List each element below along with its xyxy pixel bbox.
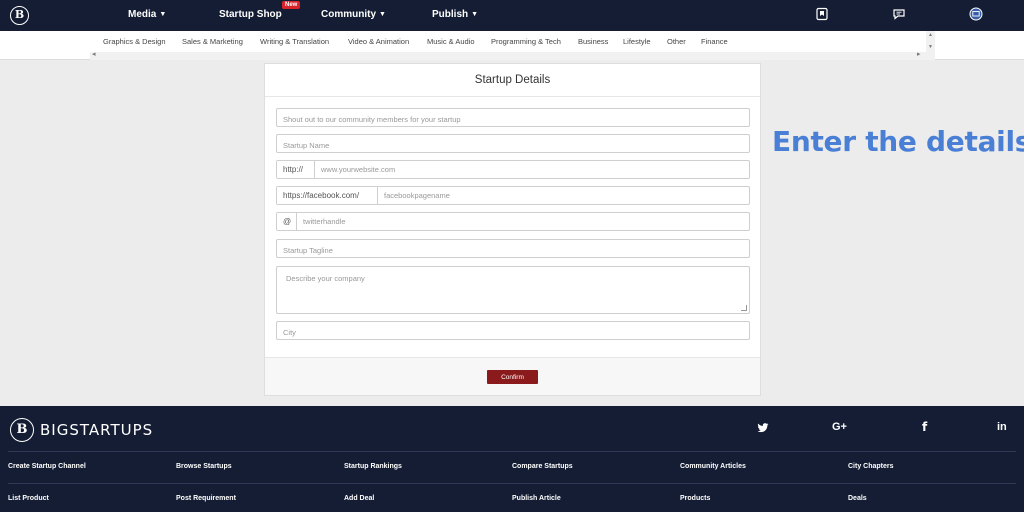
footer-link[interactable]: City Chapters (848, 463, 894, 470)
scroll-up-icon[interactable]: ▲ (928, 32, 933, 38)
footer-link[interactable]: Browse Startups (176, 463, 232, 470)
nav-media[interactable]: Media ▼ (128, 9, 166, 20)
startup-name-field[interactable] (276, 134, 750, 154)
footer-logo-mark: B (10, 418, 34, 442)
website-field[interactable]: http:// (276, 160, 750, 179)
new-badge: New (282, 1, 301, 9)
city-input[interactable] (277, 324, 749, 341)
confirm-button[interactable]: Confirm (487, 370, 538, 384)
facebook-icon[interactable]: f (922, 420, 927, 434)
google-plus-icon[interactable]: G+ (832, 421, 847, 433)
startup-name-input[interactable] (277, 137, 749, 154)
footer-link[interactable]: Startup Rankings (344, 463, 402, 470)
footer-link[interactable]: Post Requirement (176, 495, 236, 502)
category-link[interactable]: Writing & Translation (260, 37, 329, 46)
chat-icon[interactable] (892, 7, 906, 21)
shoutout-field[interactable] (276, 108, 750, 128)
category-link[interactable]: Business (578, 37, 608, 46)
footer-link[interactable]: Publish Article (512, 495, 561, 502)
vertical-scrollbar[interactable]: ▲ ▼ (926, 31, 935, 52)
nav-publish[interactable]: Publish ▼ (432, 9, 478, 20)
footer-link[interactable]: Compare Startups (512, 463, 573, 470)
category-link[interactable]: Lifestyle (623, 37, 651, 46)
description-field[interactable] (276, 266, 750, 314)
description-textarea[interactable] (277, 267, 749, 313)
site-footer: B BIGSTARTUPS G+ f in Create Startup Cha… (0, 406, 1024, 512)
category-link[interactable]: Other (667, 37, 686, 46)
footer-link[interactable]: Community Articles (680, 463, 746, 470)
category-link[interactable]: Sales & Marketing (182, 37, 243, 46)
category-link[interactable]: Music & Audio (427, 37, 475, 46)
website-prefix: http:// (277, 161, 315, 178)
facebook-input[interactable] (378, 187, 749, 204)
nav-community-label: Community (321, 9, 376, 20)
facebook-field[interactable]: https://facebook.com/ (276, 186, 750, 205)
twitter-input[interactable] (297, 213, 749, 230)
scroll-down-icon[interactable]: ▼ (928, 44, 933, 50)
tagline-field[interactable] (276, 239, 750, 259)
messages-icon[interactable] (969, 7, 983, 21)
card-title: Startup Details (265, 64, 760, 97)
twitter-icon[interactable] (757, 422, 769, 434)
startup-details-card: Startup Details http:// https://facebook… (264, 63, 761, 396)
footer-link[interactable]: Add Deal (344, 495, 374, 502)
website-input[interactable] (315, 161, 749, 178)
nav-media-label: Media (128, 9, 157, 20)
category-link[interactable]: Programming & Tech (491, 37, 561, 46)
twitter-field[interactable]: @ (276, 212, 750, 231)
shoutout-input[interactable] (277, 111, 749, 128)
scroll-right-icon[interactable]: ▸ (917, 50, 921, 58)
site-logo[interactable]: B (10, 6, 29, 25)
nav-community[interactable]: Community ▼ (321, 9, 386, 20)
footer-link[interactable]: Products (680, 495, 710, 502)
scroll-left-icon[interactable]: ◂ (92, 50, 96, 58)
resize-handle-icon[interactable] (741, 305, 747, 311)
horizontal-scrollbar[interactable]: ◂ ▸ (90, 50, 935, 60)
footer-brand: BIGSTARTUPS (40, 421, 154, 439)
linkedin-icon[interactable]: in (997, 421, 1007, 433)
nav-publish-label: Publish (432, 9, 469, 20)
nav-startup-shop[interactable]: Startup Shop (219, 9, 282, 20)
caret-down-icon: ▼ (471, 11, 479, 18)
twitter-prefix: @ (277, 213, 297, 230)
city-field[interactable] (276, 321, 750, 341)
facebook-prefix: https://facebook.com/ (277, 187, 378, 204)
tagline-input[interactable] (277, 242, 749, 259)
footer-link[interactable]: List Product (8, 495, 49, 502)
caret-down-icon: ▼ (379, 11, 386, 18)
category-link[interactable]: Finance (701, 37, 728, 46)
top-navbar: B Media ▼ Startup Shop New Community ▼ Pub… (0, 0, 1024, 31)
footer-divider (8, 451, 1016, 452)
caret-down-icon: ▼ (159, 11, 167, 18)
annotation-text: Enter the details (772, 125, 1024, 158)
card-footer: Confirm (265, 357, 760, 395)
footer-link[interactable]: Create Startup Channel (8, 463, 86, 470)
category-link[interactable]: Video & Animation (348, 37, 409, 46)
footer-divider (8, 483, 1016, 484)
footer-link[interactable]: Deals (848, 495, 867, 502)
nav-startup-shop-label: Startup Shop (219, 9, 282, 20)
bookmark-icon[interactable] (815, 7, 829, 21)
category-link[interactable]: Graphics & Design (103, 37, 166, 46)
